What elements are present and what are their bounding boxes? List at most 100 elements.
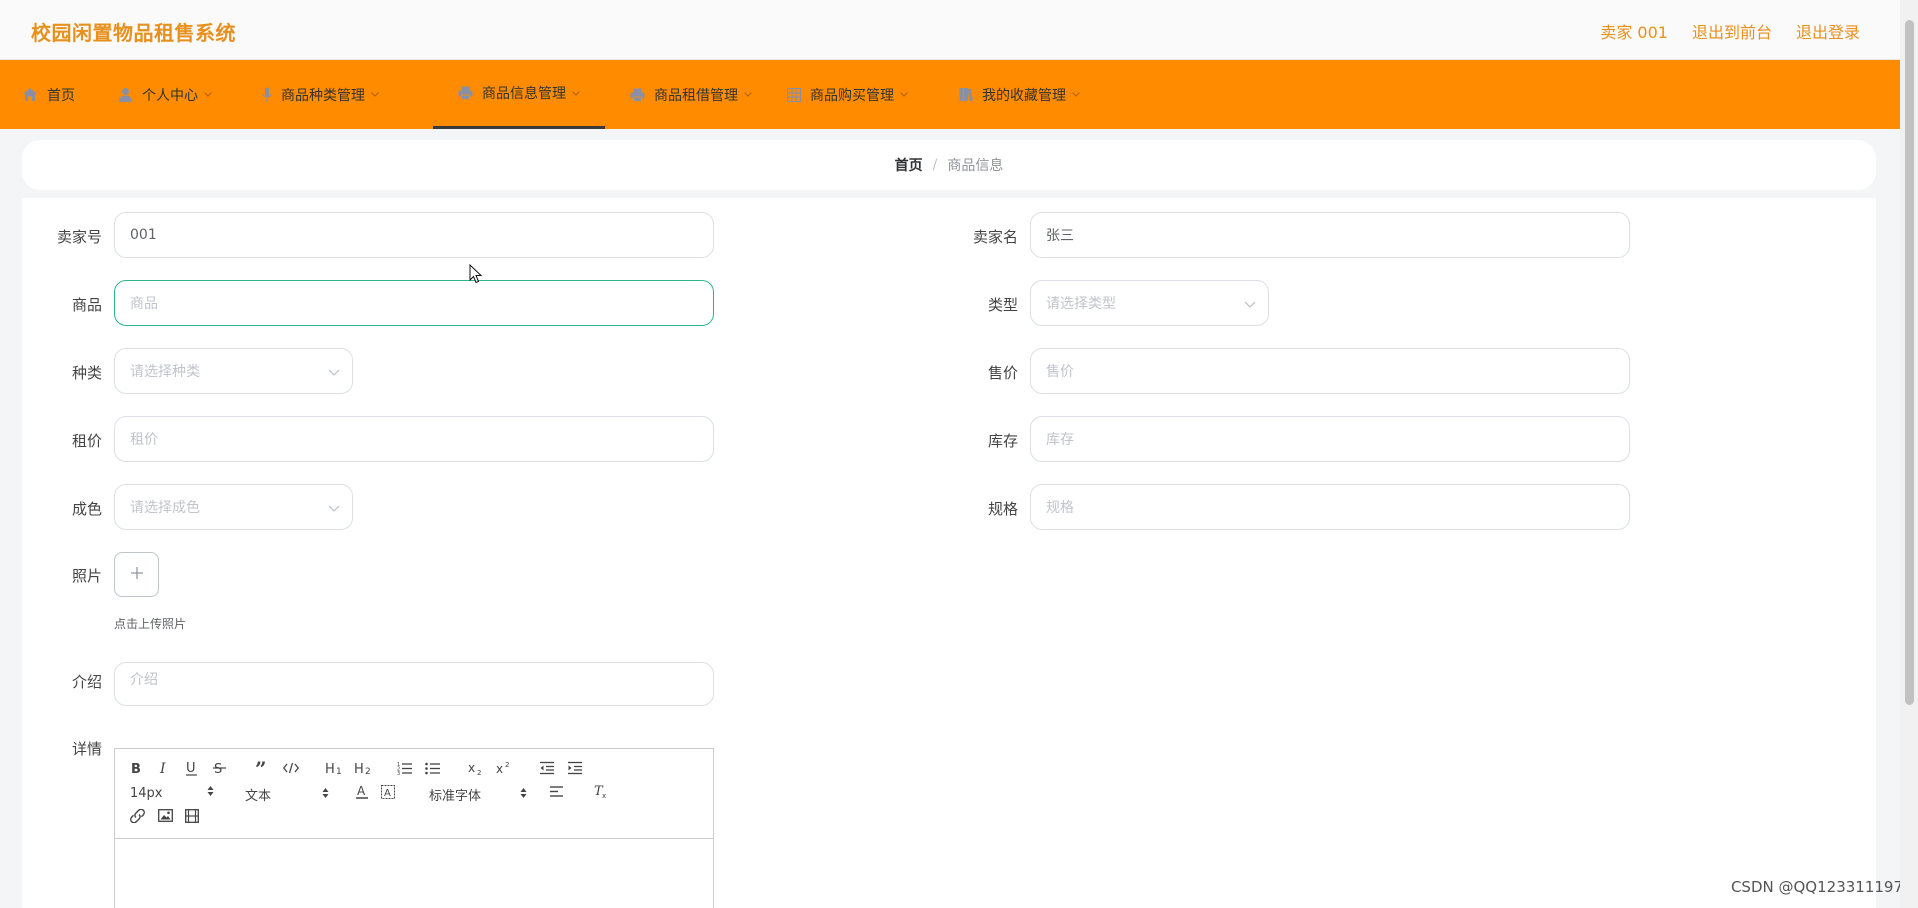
chevron-down-icon (328, 365, 340, 381)
stock-label: 库存 (987, 432, 1018, 450)
type-select[interactable]: 请选择类型 (1030, 280, 1269, 326)
nav-label: 商品购买管理 (810, 87, 894, 104)
header-select[interactable]: 文本 (245, 785, 329, 804)
chevron-down-icon (744, 92, 752, 97)
clear-format-icon[interactable]: Tx (593, 784, 609, 799)
book-icon (959, 87, 973, 102)
background-color-icon[interactable]: A (381, 785, 395, 799)
indent-icon[interactable] (567, 761, 583, 775)
chevron-down-icon (328, 501, 340, 517)
nav-item-home[interactable]: 首页 (22, 60, 118, 129)
main-nav: 首页 个人中心 商品种类管理 商品信息管理 商品租借管理 商品购买管理 我的收藏… (0, 60, 1900, 129)
outdent-icon[interactable] (539, 761, 555, 775)
printer-icon (458, 86, 473, 100)
user-icon (118, 87, 133, 102)
category-select[interactable]: 请选择种类 (114, 348, 353, 394)
breadcrumb-home[interactable]: 首页 (895, 155, 923, 175)
subscript-icon[interactable]: x2 (468, 761, 484, 776)
editor-content-area[interactable] (115, 839, 713, 908)
nav-item-personal-center[interactable]: 个人中心 (118, 60, 262, 129)
svg-text:A: A (357, 784, 366, 798)
heading-1-icon[interactable]: H1 (325, 761, 345, 775)
condition-select[interactable]: 请选择成色 (114, 484, 353, 530)
svg-text:H: H (354, 762, 364, 775)
category-label: 种类 (71, 364, 102, 382)
grid-icon (787, 87, 801, 102)
microphone-icon (262, 87, 272, 103)
chevron-down-icon (572, 90, 580, 96)
scrollbar-thumb[interactable] (1905, 20, 1914, 705)
category-select-placeholder: 请选择种类 (130, 364, 200, 380)
image-icon[interactable] (158, 809, 173, 822)
updown-arrows-icon (207, 785, 214, 801)
chevron-down-icon (371, 92, 379, 97)
home-icon (22, 87, 38, 102)
nav-label: 商品种类管理 (281, 87, 365, 104)
updown-arrows-icon (322, 787, 329, 803)
top-links: 卖家 001 退出到前台 退出登录 (1600, 19, 1860, 43)
font-family-select[interactable]: 标准字体 (429, 785, 527, 804)
sale-price-input[interactable]: 售价 (1030, 348, 1630, 394)
strikethrough-icon[interactable]: S (213, 761, 227, 775)
nav-label: 商品信息管理 (482, 86, 566, 102)
bullet-list-icon[interactable] (425, 761, 441, 775)
type-select-placeholder: 请选择类型 (1046, 296, 1116, 312)
svg-text:A: A (384, 788, 391, 799)
video-icon[interactable] (185, 809, 199, 823)
font-size-select[interactable]: 14px (130, 785, 214, 801)
align-left-icon[interactable] (550, 786, 564, 798)
nav-label: 商品租借管理 (654, 87, 738, 104)
photo-upload-button[interactable] (114, 552, 159, 597)
svg-text:I: I (159, 761, 166, 775)
svg-text:1: 1 (336, 767, 342, 775)
italic-icon[interactable]: I (158, 761, 171, 775)
stock-input[interactable]: 库存 (1030, 416, 1630, 462)
seller-name-input[interactable]: 张三 (1030, 212, 1630, 258)
breadcrumb: 首页 / 商品信息 (22, 140, 1876, 190)
sale-price-label: 售价 (987, 364, 1018, 382)
heading-2-icon[interactable]: H2 (354, 761, 374, 775)
spec-input[interactable]: 规格 (1030, 484, 1630, 530)
top-header: 校园闲置物品租售系统 卖家 001 退出到前台 退出登录 (0, 0, 1900, 60)
underline-icon[interactable]: U (185, 761, 199, 776)
svg-text:U: U (186, 761, 196, 776)
spec-label: 规格 (987, 500, 1018, 518)
code-block-icon[interactable] (283, 762, 299, 774)
font-family-value: 标准字体 (429, 789, 482, 804)
nav-label: 首页 (47, 87, 75, 104)
superscript-icon[interactable]: x2 (496, 761, 512, 776)
font-size-value: 14px (130, 785, 163, 801)
logout-link[interactable]: 退出登录 (1796, 19, 1860, 43)
nav-item-product-info-management[interactable]: 商品信息管理 (433, 60, 605, 129)
intro-textarea[interactable]: 介绍 (114, 662, 714, 706)
chevron-down-icon (1244, 297, 1256, 313)
plus-icon (130, 565, 144, 584)
bold-icon[interactable]: B (130, 761, 143, 775)
nav-item-favorites-management[interactable]: 我的收藏管理 (949, 60, 1121, 129)
seller-no-input[interactable]: 001 (114, 212, 714, 258)
svg-text:3: 3 (397, 771, 400, 775)
nav-item-category-management[interactable]: 商品种类管理 (262, 60, 433, 129)
exit-to-front-link[interactable]: 退出到前台 (1692, 19, 1772, 43)
svg-text:x: x (496, 762, 503, 776)
nav-item-purchase-management[interactable]: 商品购买管理 (777, 60, 949, 129)
product-input[interactable]: 商品 (114, 280, 714, 326)
link-icon[interactable] (130, 809, 145, 823)
current-user-link[interactable]: 卖家 001 (1600, 19, 1668, 43)
printer-icon (630, 88, 645, 102)
font-color-icon[interactable]: A (355, 784, 369, 800)
detail-label: 详情 (71, 740, 102, 758)
rich-text-editor: B I U S ” H1 H2 123 x2 x2 14px 文本 A A 标准… (114, 748, 714, 908)
ordered-list-icon[interactable]: 123 (397, 761, 413, 775)
svg-text:x: x (602, 792, 606, 799)
rent-price-input[interactable]: 租价 (114, 416, 714, 462)
blockquote-icon[interactable]: ” (255, 761, 271, 775)
nav-item-rental-management[interactable]: 商品租借管理 (605, 60, 777, 129)
breadcrumb-current: 商品信息 (947, 158, 1004, 174)
breadcrumb-separator: / (932, 157, 938, 173)
app-title: 校园闲置物品租售系统 (31, 21, 236, 45)
rent-price-label: 租价 (71, 432, 102, 450)
seller-no-label: 卖家号 (56, 228, 102, 246)
chevron-down-icon (1072, 92, 1080, 97)
page-scrollbar[interactable] (1900, 0, 1918, 908)
